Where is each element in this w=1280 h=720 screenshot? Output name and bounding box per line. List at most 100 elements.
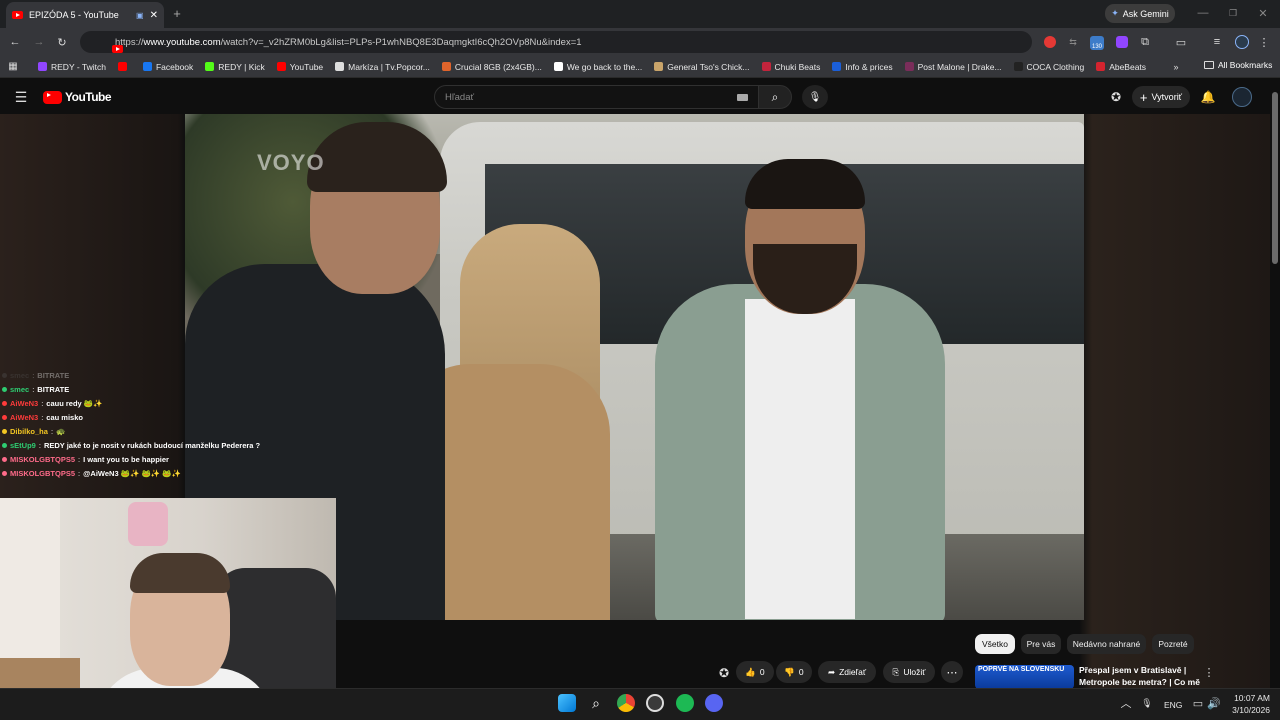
chat-badge-icon: [2, 442, 7, 448]
chat-username: MISKOLGBTQPS5: [10, 468, 76, 478]
bookmark-item[interactable]: YouTube: [276, 62, 323, 72]
tray-overflow-icon[interactable]: ︿: [1120, 697, 1132, 710]
dislike-count: 0: [798, 667, 804, 677]
scrollbar-thumb[interactable]: [1272, 92, 1278, 264]
channel-avatar[interactable]: [1232, 87, 1252, 107]
bookmark-item[interactable]: REDY - Twitch: [38, 62, 106, 72]
tab-audio-icon[interactable]: ▣: [136, 11, 144, 20]
voice-search-button[interactable]: 🎙: [802, 85, 828, 109]
cast-icon[interactable]: ▭: [1174, 35, 1188, 49]
chat-message: AiWeN3: cau misko: [2, 410, 262, 424]
bookmark-favicon-icon: [335, 62, 345, 71]
bookmark-label: Markíza | Tv.Popcor...: [348, 61, 430, 72]
bookmark-favicon-icon: [117, 62, 127, 71]
obs-icon[interactable]: [646, 694, 664, 712]
bookmark-item[interactable]: [117, 62, 131, 71]
profile-avatar[interactable]: [1235, 35, 1249, 49]
share-button[interactable]: ➦ Zdieľať: [818, 661, 876, 683]
chat-text: 🐢: [56, 426, 66, 436]
bookmark-item[interactable]: Post Malone | Drake...: [904, 62, 1002, 72]
bookmark-label: Info & prices: [845, 61, 893, 72]
ask-gemini-button[interactable]: ✦ Ask Gemini: [1105, 4, 1175, 23]
chat-message: AiWeN3: cauu redy 🐸✨: [2, 396, 262, 410]
windows-start-icon[interactable]: [558, 694, 576, 712]
bookmark-item[interactable]: Facebook: [142, 61, 194, 72]
extension-red-icon[interactable]: [1044, 36, 1056, 48]
recommended-menu-icon[interactable]: ⋮: [1204, 665, 1215, 679]
extensions-puzzle-icon[interactable]: ⧉: [1138, 35, 1152, 49]
recommended-thumbnail[interactable]: POPRVÉ NA SLOVENSKU: [975, 665, 1074, 689]
like-button[interactable]: 👍 0: [736, 661, 774, 683]
extension-translate-icon[interactable]: ⇆: [1066, 35, 1080, 49]
save-button[interactable]: ⎘ Uložiť: [883, 661, 935, 683]
new-tab-button[interactable]: +: [170, 6, 184, 21]
extension-twitch-icon[interactable]: [1116, 36, 1128, 48]
bookmark-label: General Tso's Chick...: [667, 61, 750, 72]
youtube-logo-text: YouTube: [65, 90, 112, 104]
window-restore-icon[interactable]: ❐: [1226, 6, 1240, 20]
chip-all[interactable]: Všetko: [975, 634, 1015, 654]
tray-language[interactable]: ENG: [1164, 700, 1182, 710]
extension-mod-action-icon[interactable]: ✪: [716, 665, 732, 681]
chip-recently-uploaded[interactable]: Nedávno nahrané: [1067, 634, 1146, 654]
tab-title: EPIZÓDA 5 - YouTube: [29, 10, 119, 20]
spotify-icon[interactable]: [676, 694, 694, 712]
notifications-bell-icon[interactable]: 🔔: [1200, 89, 1216, 105]
chrome-icon[interactable]: [617, 694, 635, 712]
bookmark-item[interactable]: Markíza | Tv.Popcor...: [335, 62, 430, 72]
chip-for-you[interactable]: Pre vás: [1021, 634, 1061, 654]
chat-badge-icon: [2, 414, 7, 420]
apps-grid-icon[interactable]: ▦: [0, 61, 26, 72]
reload-icon[interactable]: ↻: [55, 35, 69, 49]
bookmark-item[interactable]: Info & prices: [832, 61, 893, 72]
create-button[interactable]: + Vytvoriť: [1132, 86, 1190, 108]
tab-close-icon[interactable]: ✕: [150, 10, 158, 21]
search-button[interactable]: ⌕: [758, 85, 792, 109]
share-arrow-icon: ➦: [827, 666, 836, 677]
dislike-button[interactable]: 👎 0: [776, 661, 812, 683]
chat-message: MISKOLGBTQPS5: I want you to be happier: [2, 452, 262, 466]
bookmark-item[interactable]: AbeBeats: [1096, 62, 1146, 72]
bookmark-label: AbeBeats: [1109, 61, 1147, 72]
tray-date: 3/10/2026: [1232, 705, 1270, 715]
bookmark-label: Chuki Beats: [774, 61, 821, 72]
webcam-pink-toy: [128, 502, 168, 546]
address-bar[interactable]: https://www.youtube.com/watch?v=_v2hZRM0…: [80, 31, 1032, 53]
browser-menu-icon[interactable]: ⋮: [1259, 35, 1270, 49]
browser-tab-active[interactable]: EPIZÓDA 5 - YouTube ▣ ✕: [6, 2, 164, 28]
back-arrow-icon[interactable]: ←: [8, 35, 22, 49]
search-input[interactable]: Hľadať: [434, 85, 759, 109]
all-bookmarks-button[interactable]: All Bookmarks: [1204, 60, 1272, 70]
tray-clock[interactable]: 10:07 AM 3/10/2026: [1226, 692, 1270, 716]
bookmark-item[interactable]: We go back to the...: [553, 62, 642, 72]
more-actions-button[interactable]: ⋯: [941, 661, 963, 683]
bookmark-item[interactable]: COCA Clothing: [1013, 62, 1084, 72]
taskbar-search-icon[interactable]: ⌕: [587, 694, 605, 712]
bookmark-label: Facebook: [155, 61, 194, 72]
window-close-icon[interactable]: ✕: [1256, 6, 1270, 20]
discord-icon[interactable]: [705, 694, 723, 712]
chat-username: sEtUp9: [10, 440, 36, 450]
chip-watched[interactable]: Pozreté: [1152, 634, 1194, 654]
bookmark-item[interactable]: Chuki Beats: [761, 61, 821, 72]
tray-microphone-icon[interactable]: 🎙: [1141, 697, 1153, 709]
bookmarks-overflow-icon[interactable]: »: [1170, 61, 1182, 73]
youtube-logo[interactable]: YouTube: [43, 90, 112, 104]
chat-username: AiWeN3: [10, 412, 39, 422]
bookmark-item[interactable]: REDY | Kick: [205, 62, 265, 72]
search-placeholder: Hľadať: [445, 91, 475, 103]
tray-network-icon[interactable]: ▭: [1192, 697, 1204, 710]
extension-counter-icon[interactable]: 130: [1090, 36, 1104, 50]
url-path: /watch?v=_v2hZRM0bLg&list=PLPs-P1whNBQ8E…: [220, 36, 582, 48]
bookmark-item[interactable]: Crucial 8GB (2x4GB)...: [441, 62, 542, 72]
forward-arrow-icon[interactable]: →: [32, 35, 46, 49]
bookmark-item[interactable]: General Tso's Chick...: [654, 61, 750, 72]
hamburger-menu-icon[interactable]: ☰: [13, 89, 29, 105]
tray-volume-icon[interactable]: 🔊: [1207, 697, 1221, 710]
video-person-hair: [745, 159, 865, 209]
chat-message: sEtUp9: REDY jaké to je nosit v rukách bu…: [2, 438, 262, 452]
keyboard-icon[interactable]: [737, 94, 748, 101]
extension-mod-icon[interactable]: ✪: [1108, 89, 1124, 105]
window-minimize-icon[interactable]: —: [1196, 6, 1210, 20]
reading-list-icon[interactable]: ≡: [1210, 35, 1224, 49]
